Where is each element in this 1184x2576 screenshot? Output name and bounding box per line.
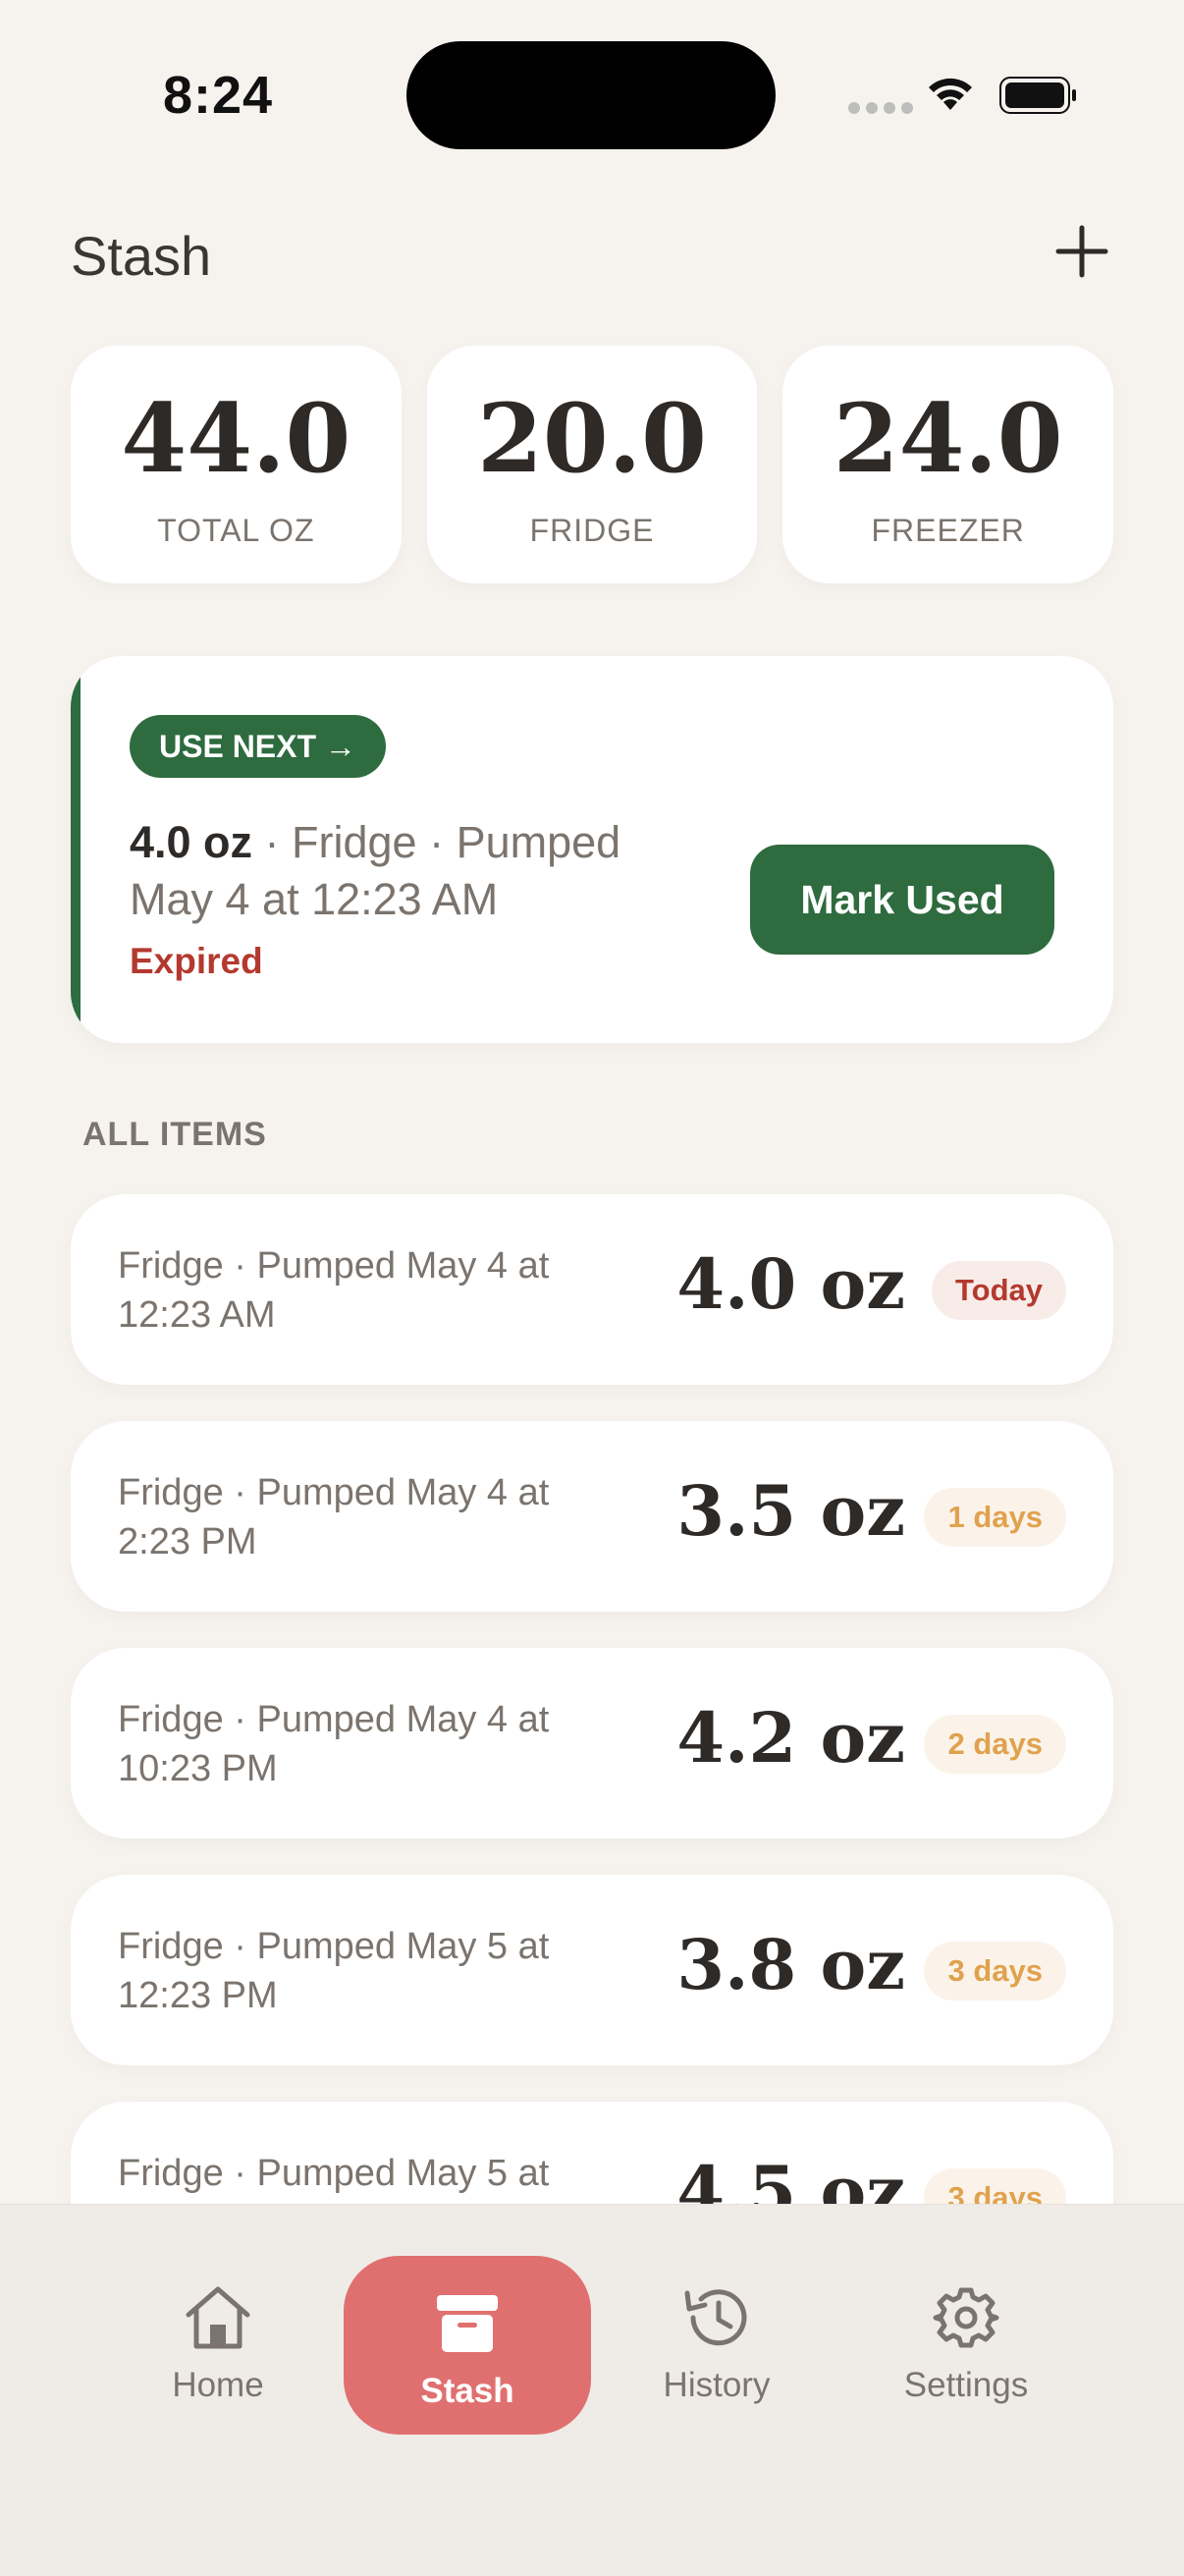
tab-home[interactable]: Home (120, 2283, 316, 2405)
item-amount: 3.8 oz (676, 1924, 905, 2005)
tab-bar: Home Stash History Settings (0, 2204, 1184, 2576)
item-description: Fridge · Pumped May 4 at 2:23 PM (118, 1472, 550, 1562)
gear-icon (933, 2287, 999, 2348)
stats-row: 44.0 TOTAL OZ 20.0 FRIDGE 24.0 FREEZER (71, 346, 1114, 583)
expired-status: Expired (130, 941, 263, 981)
list-item[interactable]: Fridge · Pumped May 4 at 10:23 PM 4.2 oz… (71, 1648, 1113, 1838)
scroll-content[interactable]: 8:24 Stash 44.0 TOTAL OZ 20.0 FRIDGE 24.… (0, 0, 1184, 2204)
list-item[interactable]: Fridge · Pumped May 4 at 2:23 PM 3.5 oz … (71, 1421, 1113, 1612)
item-description: Fridge · Pumped May 4 at 10:23 PM (118, 1699, 550, 1789)
age-badge: 3 days (924, 1942, 1066, 2001)
history-icon (684, 2289, 747, 2346)
list-item[interactable]: Fridge · Pumped May 4 at 12:23 AM 4.0 oz… (71, 1194, 1113, 1385)
battery-icon (999, 77, 1076, 114)
use-next-date: May 4 at 12:23 AM (130, 874, 499, 924)
status-time: 8:24 (163, 66, 274, 125)
stat-value: 44.0 (121, 383, 351, 494)
stat-card-fridge: 20.0 FRIDGE (426, 346, 758, 583)
status-bar: 8:24 (0, 0, 1184, 196)
item-amount: 4.5 oz (676, 2151, 905, 2204)
age-badge: 3 days (924, 2168, 1066, 2204)
plus-icon[interactable] (1050, 220, 1113, 283)
item-amount: 4.2 oz (676, 1697, 905, 1779)
use-next-badge: USE NEXT → (130, 715, 386, 778)
tab-stash[interactable]: Stash (344, 2256, 591, 2435)
stat-card-total: 44.0 TOTAL OZ (71, 346, 402, 583)
use-next-location: · Fridge · Pumped (252, 817, 621, 867)
card-accent-bar (71, 656, 81, 1043)
wifi-icon (929, 78, 972, 110)
page-title: Stash (71, 225, 212, 287)
item-amount: 4.0 oz (676, 1243, 905, 1325)
dynamic-island (406, 41, 776, 149)
item-description: Fridge · Pumped May 5 at 12:23 PM (118, 1926, 550, 2016)
stat-label: TOTAL OZ (157, 513, 315, 548)
section-label-all-items: ALL ITEMS (82, 1116, 267, 1153)
age-badge: 2 days (924, 1715, 1066, 1774)
use-next-card: USE NEXT → 4.0 oz · Fridge · Pumped May … (71, 656, 1113, 1043)
list-item[interactable]: Fridge · Pumped May 5 at 12:23 PM 3.8 oz… (71, 1875, 1113, 2065)
item-amount: 3.5 oz (676, 1470, 905, 1552)
item-description: Fridge · Pumped May 4 at 12:23 AM (118, 1245, 550, 1336)
age-badge: 1 days (924, 1488, 1066, 1547)
stat-value: 24.0 (833, 383, 1063, 494)
tab-history[interactable]: History (619, 2283, 815, 2405)
use-next-details: 4.0 oz · Fridge · Pumped (130, 817, 620, 868)
stat-label: FRIDGE (529, 513, 655, 548)
tab-settings-label: Settings (903, 2366, 1029, 2404)
mark-used-button[interactable]: Mark Used (750, 845, 1054, 955)
stat-card-freezer: 24.0 FREEZER (782, 346, 1114, 583)
tab-stash-label: Stash (420, 2372, 514, 2410)
age-badge: Today (932, 1261, 1066, 1320)
home-icon (186, 2286, 250, 2349)
item-description: Fridge · Pumped May 5 at (118, 2153, 550, 2194)
tab-settings[interactable]: Settings (868, 2283, 1064, 2405)
archive-box-icon (437, 2295, 498, 2352)
list-item[interactable]: Fridge · Pumped May 5 at 4.5 oz 3 days (71, 2102, 1113, 2204)
cellular-signal-icon (848, 102, 913, 114)
page-header: Stash (71, 216, 1113, 295)
use-next-amount: 4.0 oz (130, 817, 253, 867)
stat-label: FREEZER (871, 513, 1025, 548)
tab-history-label: History (663, 2366, 771, 2404)
stat-value: 20.0 (477, 383, 707, 494)
tab-home-label: Home (172, 2366, 264, 2404)
